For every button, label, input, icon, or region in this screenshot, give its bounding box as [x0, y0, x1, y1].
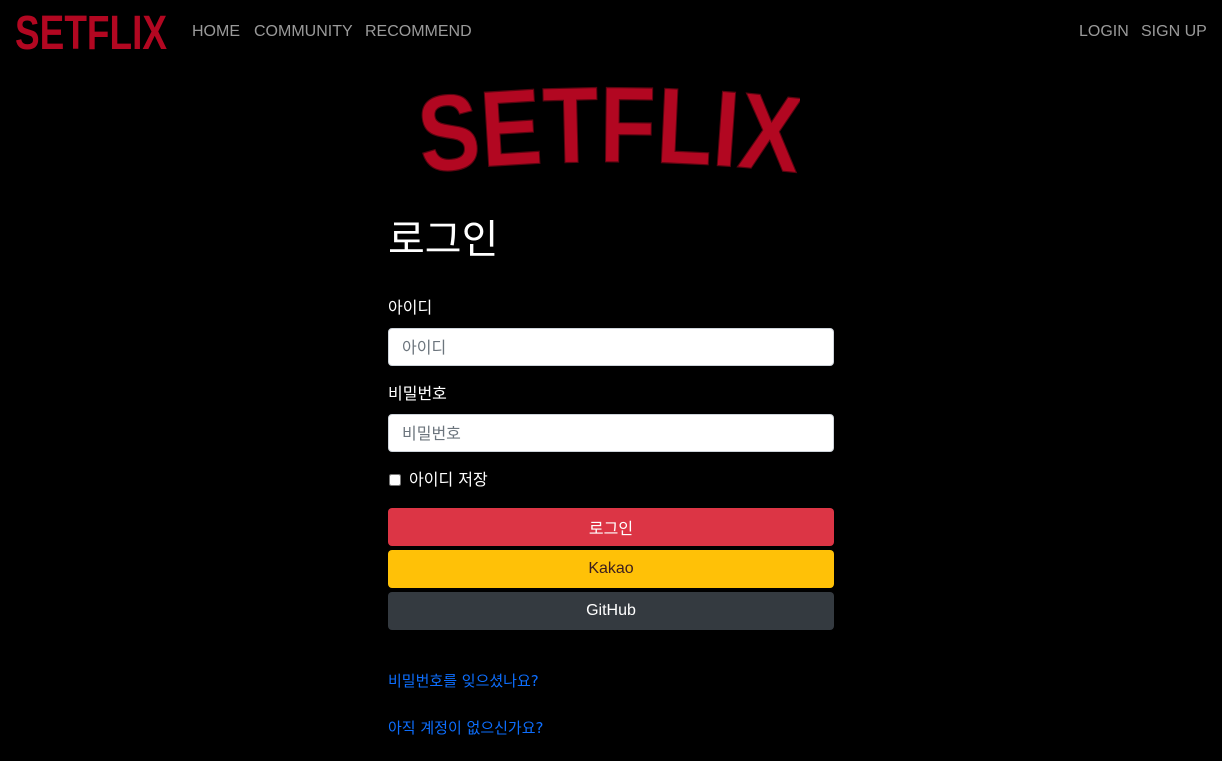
password-label: 비밀번호 [388, 384, 447, 403]
nav-login-link[interactable]: LOGIN [1079, 22, 1129, 42]
password-input[interactable] [388, 414, 834, 452]
navbar-logo[interactable]: SETFLIX [14, 6, 168, 60]
setflix-logo-large-icon: SETFLIX [412, 63, 807, 196]
kakao-login-button[interactable]: Kakao [388, 550, 834, 588]
nav-home-link[interactable]: HOME [192, 22, 240, 42]
page-title: 로그인 [388, 217, 499, 263]
login-button[interactable]: 로그인 [388, 508, 834, 546]
setflix-logo-small-icon: SETFLIX [15, 7, 167, 60]
remember-id-checkbox[interactable] [389, 474, 401, 486]
github-login-button[interactable]: GitHub [388, 592, 834, 630]
nav-community-link[interactable]: COMMUNITY [254, 22, 353, 42]
hero-logo-text: SETFLIX [420, 72, 800, 194]
remember-id-label[interactable]: 아이디 저장 [409, 470, 488, 490]
id-label: 아이디 [388, 298, 433, 317]
nav-recommend-link[interactable]: RECOMMEND [365, 22, 472, 42]
hero-logo-text-path: SETFLIX [412, 63, 807, 196]
top-navbar: SETFLIX HOME COMMUNITY RECOMMEND LOGIN S… [0, 0, 1222, 64]
forgot-password-link[interactable]: 비밀번호를 잊으셨나요? [388, 671, 834, 691]
login-form: 로그인 아이디 비밀번호 아이디 저장 로그인 Kakao GitHub 비밀번… [388, 210, 834, 738]
no-account-signup-link[interactable]: 아직 계정이 없으신가요? [388, 718, 834, 738]
nav-signup-link[interactable]: SIGN UP [1141, 22, 1207, 42]
hero-logo: SETFLIX [412, 63, 807, 198]
id-input[interactable] [388, 328, 834, 366]
remember-id-row: 아이디 저장 [388, 470, 834, 490]
navbar-logo-text: SETFLIX [15, 7, 167, 56]
